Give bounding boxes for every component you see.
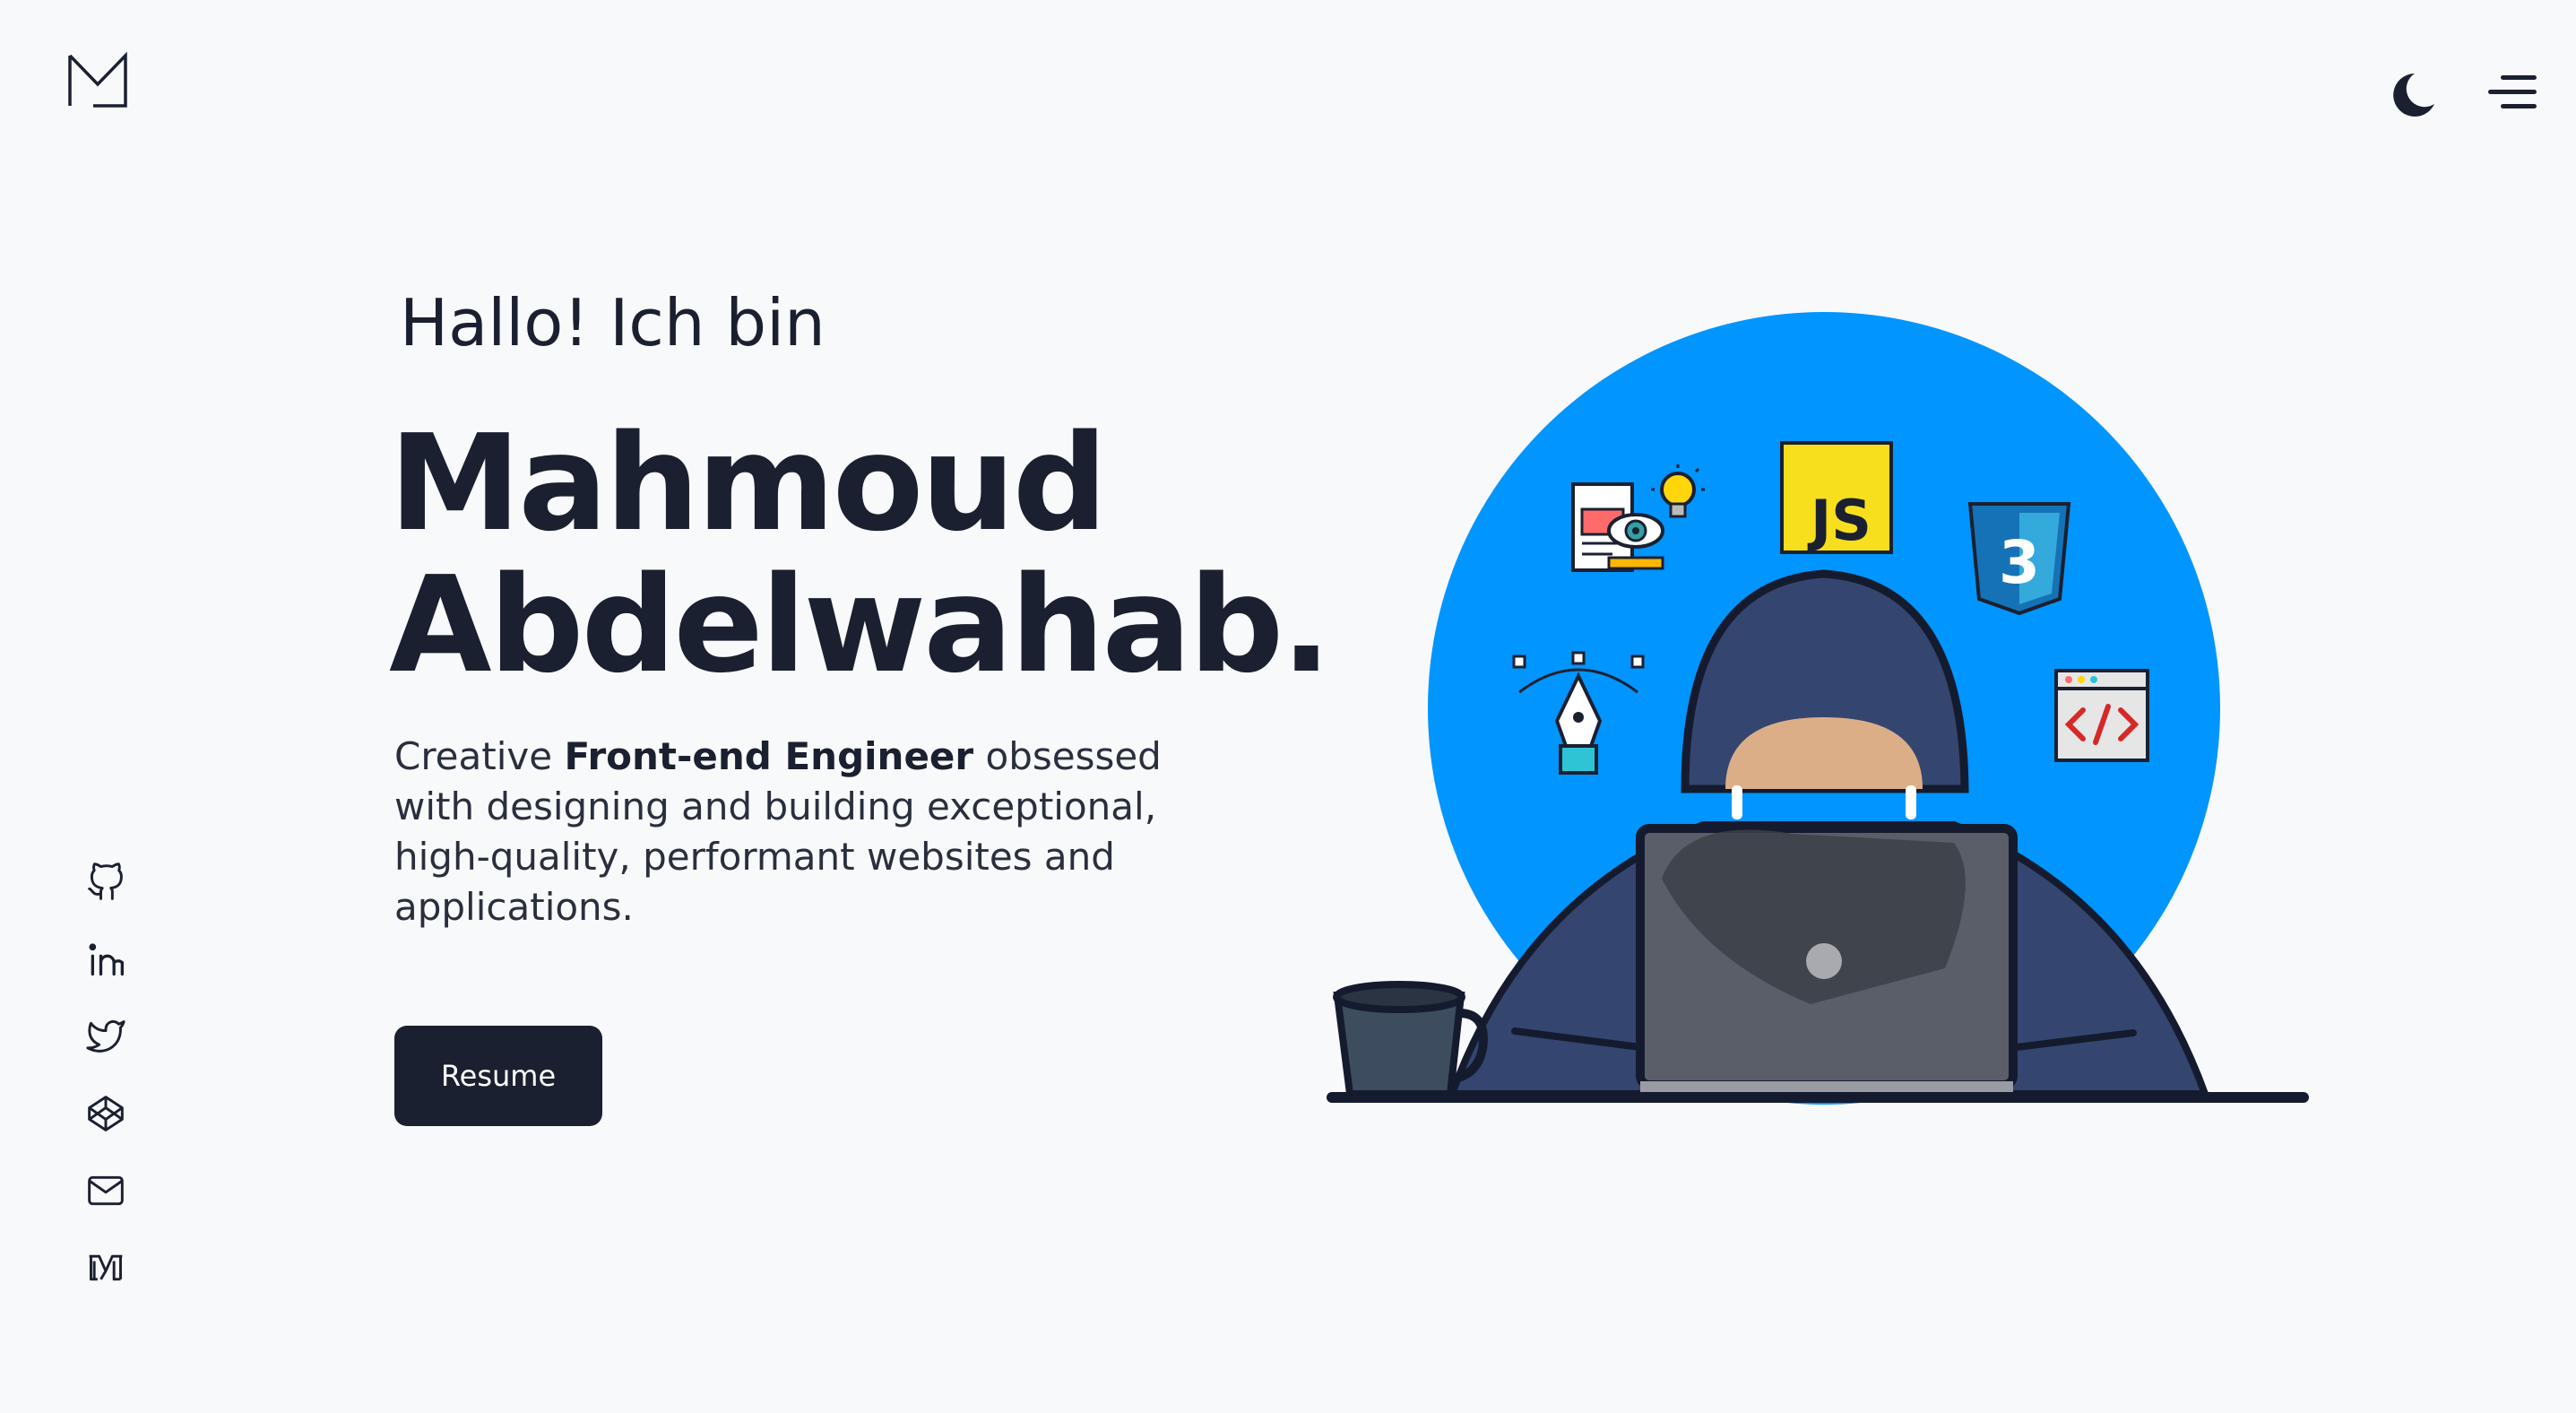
medium-link[interactable] [86,1248,125,1287]
moon-icon[interactable] [2384,68,2438,122]
name-line-1: Mahmoud [389,406,1108,560]
page-title: Mahmoud Abdelwahab. [389,406,1332,702]
mail-icon [88,1175,124,1206]
name-line-2: Abdelwahab. [389,548,1332,702]
bio-highlight: Front-end Engineer [564,734,974,778]
codepen-link[interactable] [86,1094,125,1133]
github-link[interactable] [86,863,125,902]
right-earphone [1906,785,1916,819]
css3-badge-label: 3 [1999,528,2040,597]
hooded-developer-illustration: JS 3 [1327,312,2309,1105]
javascript-badge: JS [1780,441,1893,554]
left-earphone [1732,785,1742,819]
linkedin-link[interactable] [86,940,125,979]
medium-icon [89,1254,123,1281]
bio-text: Creative Front-end Engineer obsessed wit… [394,732,1183,932]
github-icon [88,863,123,900]
m-monogram-logo[interactable] [66,50,129,109]
javascript-badge-label: JS [1807,488,1871,553]
social-links [86,863,129,1325]
coffee-mug [1333,981,1488,1097]
code-window-icon [2054,669,2149,762]
resume-button[interactable]: Resume [394,1026,602,1126]
greeting: Hallo! Ich bin [400,285,826,360]
bio-intro: Creative [394,734,565,778]
desk [1327,1092,2309,1103]
hamburger-menu-icon[interactable] [2486,72,2537,113]
codepen-icon [88,1096,124,1131]
mail-link[interactable] [86,1171,125,1210]
laptop-logo [1806,943,1842,979]
twitter-icon [86,1019,125,1053]
css3-badge: 3 [1967,502,2071,616]
twitter-link[interactable] [86,1017,125,1056]
linkedin-icon [89,943,124,976]
